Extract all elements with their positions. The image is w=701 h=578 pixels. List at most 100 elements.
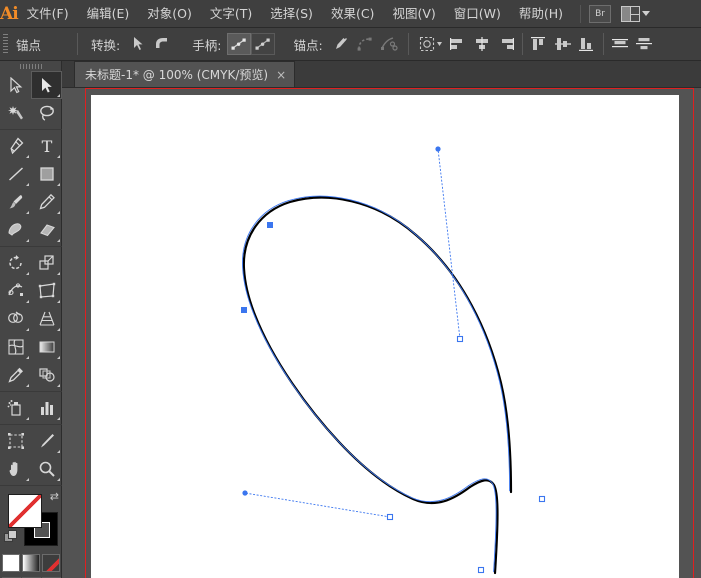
perspective-grid-tool[interactable]	[31, 305, 62, 333]
rectangle-tool[interactable]	[31, 160, 62, 188]
control-bar: 锚点 转换: 手柄: 锚点:	[0, 28, 701, 61]
align-bottom-icon[interactable]	[575, 32, 599, 56]
artboard[interactable]	[91, 95, 679, 578]
type-tool[interactable]: T	[31, 132, 62, 160]
control-bar-grip[interactable]	[0, 28, 10, 61]
gradient-mode-button[interactable]	[22, 554, 40, 572]
hide-handles-icon[interactable]	[251, 33, 276, 55]
fill-swatch[interactable]	[8, 494, 42, 528]
tool-group-selection	[0, 71, 62, 127]
direct-selection-tool[interactable]	[31, 71, 62, 99]
show-handles-icon[interactable]	[227, 33, 252, 55]
convert-to-smooth-icon[interactable]	[150, 32, 174, 56]
blob-brush-tool[interactable]	[0, 216, 31, 244]
anchor-point-4[interactable]	[538, 495, 546, 503]
tool-flyout-indicator	[57, 211, 60, 214]
drawn-path-tail[interactable]	[468, 479, 499, 575]
gradient-tool[interactable]	[31, 333, 62, 361]
distribute-center-icon[interactable]	[632, 32, 656, 56]
menu-divider	[580, 4, 582, 23]
default-fill-stroke-icon[interactable]	[4, 530, 18, 544]
none-mode-button[interactable]	[42, 554, 60, 572]
column-graph-tool[interactable]	[31, 394, 62, 422]
symbol-sprayer-tool[interactable]	[0, 394, 31, 422]
isolate-selected-icon[interactable]	[416, 32, 446, 56]
tools-divider-4	[0, 424, 62, 425]
tool-flyout-indicator	[26, 155, 29, 158]
width-tool[interactable]	[0, 277, 31, 305]
chevron-down-icon	[642, 11, 651, 16]
menu-help[interactable]: 帮助(H)	[510, 0, 572, 28]
cut-path-icon[interactable]	[377, 32, 401, 56]
control-handle-endpoint-lower[interactable]	[242, 490, 248, 496]
control-divider-3	[521, 33, 523, 55]
menu-window[interactable]: 窗口(W)	[445, 0, 510, 28]
selection-tool[interactable]	[0, 71, 31, 99]
document-tab-bar: 未标题-1* @ 100% (CMYK/预览) ×	[62, 61, 701, 88]
color-mode-button[interactable]	[2, 554, 20, 572]
menu-object[interactable]: 对象(O)	[138, 0, 201, 28]
menu-edit[interactable]: 编辑(E)	[78, 0, 139, 28]
connect-anchor-icon[interactable]	[353, 32, 377, 56]
menu-effect[interactable]: 效果(C)	[322, 0, 383, 28]
tool-flyout-indicator	[57, 183, 60, 186]
align-center-h-icon[interactable]	[470, 32, 494, 56]
menu-view[interactable]: 视图(V)	[383, 0, 444, 28]
tools-divider-2	[0, 246, 62, 247]
document-tab[interactable]: 未标题-1* @ 100% (CMYK/预览) ×	[74, 61, 296, 87]
convert-to-corner-icon[interactable]	[126, 32, 150, 56]
app-logo: Ai	[0, 3, 19, 24]
slice-tool[interactable]	[31, 427, 62, 455]
swap-fill-stroke-icon[interactable]: ⇄	[50, 490, 59, 503]
eyedropper-tool[interactable]	[0, 361, 31, 389]
distribute-top-icon[interactable]	[608, 32, 632, 56]
tools-panel-grip[interactable]	[0, 61, 61, 71]
rotate-tool[interactable]	[0, 249, 31, 277]
lasso-tool[interactable]	[31, 99, 62, 127]
anchor-point-selected-1[interactable]	[267, 222, 273, 228]
menu-type[interactable]: 文字(T)	[201, 0, 261, 28]
menu-select[interactable]: 选择(S)	[261, 0, 322, 28]
anchors-label: 锚点:	[293, 37, 323, 53]
align-left-icon[interactable]	[446, 32, 470, 56]
tool-group-artboard	[0, 427, 62, 483]
tool-flyout-indicator	[26, 478, 29, 481]
paintbrush-tool[interactable]	[0, 188, 31, 216]
blend-tool[interactable]	[31, 361, 62, 389]
anchor-point-3[interactable]	[456, 335, 464, 343]
tool-flyout-indicator	[57, 94, 60, 97]
canvas-area[interactable]	[62, 88, 701, 578]
align-middle-v-icon[interactable]	[551, 32, 575, 56]
tool-flyout-indicator	[26, 239, 29, 242]
menu-file[interactable]: 文件(F)	[18, 0, 78, 28]
anchor-point-selected-2[interactable]	[241, 307, 247, 313]
align-right-icon[interactable]	[494, 32, 518, 56]
eraser-tool[interactable]	[31, 216, 62, 244]
magic-wand-tool[interactable]	[0, 99, 31, 127]
shape-builder-tool[interactable]	[0, 305, 31, 333]
bridge-icon[interactable]: Br	[589, 4, 612, 23]
zoom-tool[interactable]	[31, 455, 62, 483]
line-segment-tool[interactable]	[0, 160, 31, 188]
free-transform-tool[interactable]	[31, 277, 62, 305]
close-icon[interactable]: ×	[276, 69, 286, 81]
workspace-switcher[interactable]	[621, 5, 651, 22]
drawn-path[interactable]	[242, 196, 513, 505]
tool-flyout-indicator	[57, 478, 60, 481]
control-handle-endpoint-upper[interactable]	[435, 146, 441, 152]
hand-tool[interactable]	[0, 455, 31, 483]
mesh-tool[interactable]	[0, 333, 31, 361]
pen-tool[interactable]	[0, 132, 31, 160]
svg-text:T: T	[41, 137, 52, 155]
align-top-icon[interactable]	[527, 32, 551, 56]
fill-mode-buttons	[0, 554, 62, 572]
pencil-tool[interactable]	[31, 188, 62, 216]
anchor-point-5[interactable]	[386, 513, 394, 521]
drawn-path-tail-selection	[468, 478, 497, 573]
tools-panel: T ⇄	[0, 61, 62, 578]
artboard-tool[interactable]	[0, 427, 31, 455]
anchor-point-6[interactable]	[477, 566, 485, 574]
remove-anchor-icon[interactable]	[329, 32, 353, 56]
control-handle-line-lower	[244, 492, 391, 518]
scale-tool[interactable]	[31, 249, 62, 277]
